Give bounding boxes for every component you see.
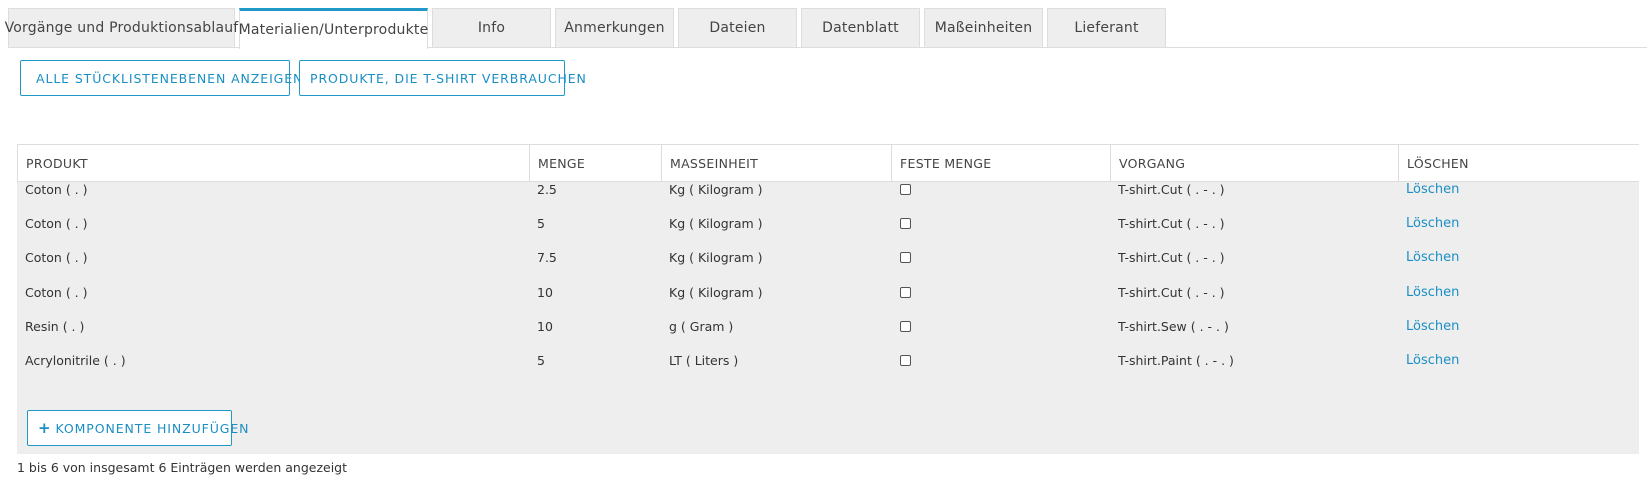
table-row: Coton ( . ) 10 Kg ( Kilogram ) T-shirt.C… <box>17 275 1639 310</box>
unit-cell: Kg ( Kilogram ) <box>669 250 763 265</box>
delete-link[interactable]: Löschen <box>1406 319 1459 334</box>
products-consuming-label: PRODUKTE, DIE T-SHIRT VERBRAUCHEN <box>310 70 587 86</box>
unit-cell: Kg ( Kilogram ) <box>669 216 763 231</box>
product-cell: Coton ( . ) <box>25 285 88 300</box>
show-bom-levels-label: ALLE STÜCKLISTENEBENEN ANZEIGEN <box>36 70 304 86</box>
tab-supplier[interactable]: Lieferant <box>1047 8 1166 47</box>
product-cell: Coton ( . ) <box>25 182 88 197</box>
tab-notes[interactable]: Anmerkungen <box>555 8 674 47</box>
operation-cell: T-shirt.Cut ( . - . ) <box>1118 216 1225 231</box>
products-consuming-button[interactable]: PRODUKTE, DIE T-SHIRT VERBRAUCHEN <box>299 60 586 96</box>
tab-files[interactable]: Dateien <box>678 8 797 47</box>
table-row: Coton ( . ) 7.5 Kg ( Kilogram ) T-shirt.… <box>17 240 1639 275</box>
plus-icon: + <box>38 418 52 437</box>
quantity-cell: 10 <box>537 285 553 300</box>
fixed-quantity-checkbox[interactable] <box>900 184 911 195</box>
fixed-quantity-checkbox[interactable] <box>900 287 911 298</box>
unit-cell: LT ( Liters ) <box>669 353 739 368</box>
tab-operations[interactable]: Vorgänge und Produktionsablauf <box>5 8 238 47</box>
add-component-label: KOMPONENTE HINZUFÜGEN <box>55 420 250 436</box>
table-row: Acrylonitrile ( . ) 5 LT ( Liters ) T-sh… <box>17 343 1639 378</box>
operation-cell: T-shirt.Paint ( . - . ) <box>1118 353 1234 368</box>
operation-cell: T-shirt.Cut ( . - . ) <box>1118 182 1225 197</box>
fixed-quantity-checkbox[interactable] <box>900 218 911 229</box>
fixed-quantity-checkbox[interactable] <box>900 252 911 263</box>
components-table: PRODUKT MENGE MASSEINHEIT FESTE MENGE VO… <box>17 144 1639 454</box>
product-cell: Coton ( . ) <box>25 250 88 265</box>
quantity-cell: 10 <box>537 319 553 334</box>
table-info: 1 bis 6 von insgesamt 6 Einträgen werden… <box>17 460 348 475</box>
operation-cell: T-shirt.Cut ( . - . ) <box>1118 285 1225 300</box>
product-cell: Coton ( . ) <box>25 216 88 231</box>
product-cell: Resin ( . ) <box>25 319 85 334</box>
tab-datasheet[interactable]: Datenblatt <box>801 8 920 47</box>
operation-cell: T-shirt.Sew ( . - . ) <box>1118 319 1229 334</box>
unit-cell: g ( Gram ) <box>669 319 734 334</box>
tab-info[interactable]: Info <box>432 8 551 47</box>
delete-link[interactable]: Löschen <box>1406 353 1459 368</box>
delete-link[interactable]: Löschen <box>1406 250 1459 265</box>
add-component-button[interactable]: + KOMPONENTE HINZUFÜGEN <box>27 410 249 446</box>
tab-bar: Vorgänge und Produktionsablauf Materiali… <box>5 8 1170 49</box>
delete-link[interactable]: Löschen <box>1406 182 1459 197</box>
product-cell: Acrylonitrile ( . ) <box>25 353 126 368</box>
quantity-cell: 5 <box>537 216 545 231</box>
unit-cell: Kg ( Kilogram ) <box>669 182 763 197</box>
operation-cell: T-shirt.Cut ( . - . ) <box>1118 250 1225 265</box>
table-row: Coton ( . ) 5 Kg ( Kilogram ) T-shirt.Cu… <box>17 206 1639 241</box>
fixed-quantity-checkbox[interactable] <box>900 321 911 332</box>
quantity-cell: 7.5 <box>537 250 557 265</box>
table-row: Resin ( . ) 10 g ( Gram ) T-shirt.Sew ( … <box>17 309 1639 344</box>
delete-link[interactable]: Löschen <box>1406 285 1459 300</box>
tab-materials[interactable]: Materialien/Unterprodukte <box>239 8 428 49</box>
delete-link[interactable]: Löschen <box>1406 216 1459 231</box>
table-row: Coton ( . ) 2.5 Kg ( Kilogram ) T-shirt.… <box>17 172 1639 207</box>
fixed-quantity-checkbox[interactable] <box>900 355 911 366</box>
quantity-cell: 2.5 <box>537 182 557 197</box>
quantity-cell: 5 <box>537 353 545 368</box>
unit-cell: Kg ( Kilogram ) <box>669 285 763 300</box>
show-bom-levels-button[interactable]: ALLE STÜCKLISTENEBENEN ANZEIGEN <box>20 60 302 96</box>
tab-units[interactable]: Maßeinheiten <box>924 8 1043 47</box>
